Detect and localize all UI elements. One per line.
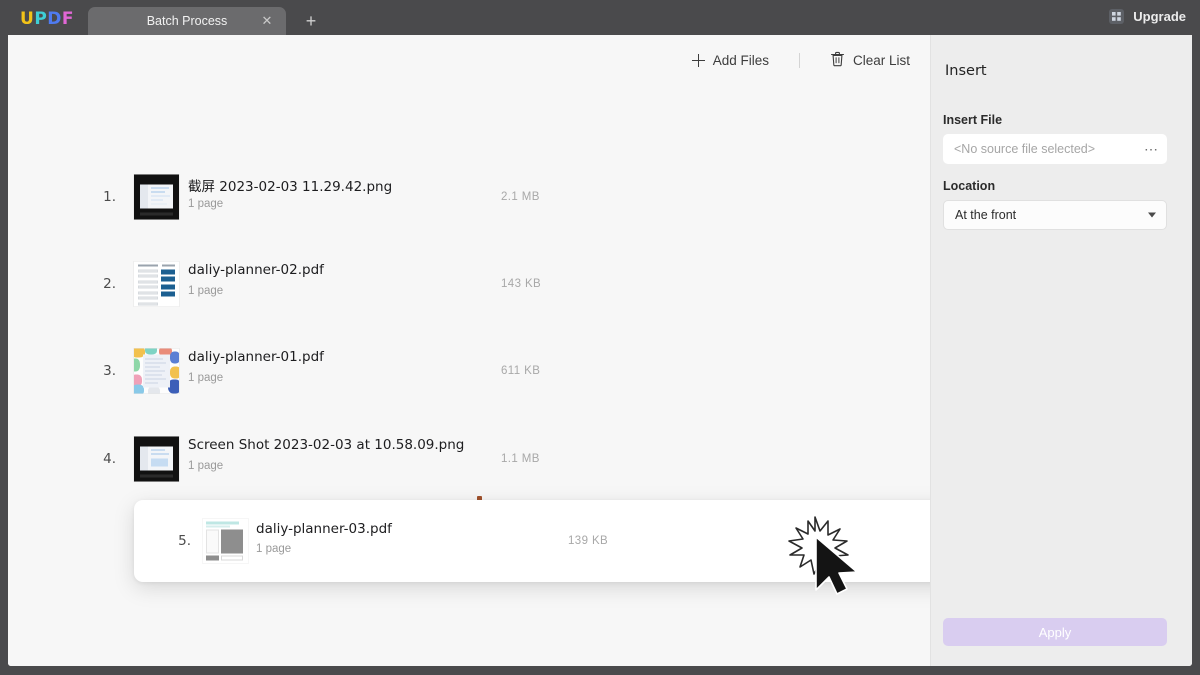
tab-label: Batch Process: [146, 14, 228, 28]
logo-letter-f: F: [61, 9, 75, 29]
file-pages: 1 page: [256, 543, 292, 555]
upgrade-label: Upgrade: [1133, 9, 1186, 24]
chevron-down-icon[interactable]: [1148, 212, 1156, 218]
file-name: daliy-planner-01.pdf: [188, 349, 324, 365]
file-thumbnail: [134, 436, 179, 481]
table-row[interactable]: 4. Screen Shot 2023-02-03 at 10.58.09.pn…: [8, 415, 930, 502]
file-name: daliy-planner-02.pdf: [188, 262, 324, 278]
tab-batch-process[interactable]: Batch Process ✕: [88, 7, 286, 35]
plus-icon[interactable]: +: [303, 12, 319, 30]
logo-letter-u: U: [20, 9, 35, 29]
logo-letter-d: D: [47, 9, 62, 29]
app-body: Add Files Clear List 1. 截屏 2023-02-03 11…: [8, 35, 1192, 666]
table-row[interactable]: 3. daliy-planner-01.pdf 1 page 611 KB: [8, 327, 930, 414]
file-thumbnail: [134, 174, 179, 219]
file-name: Screen Shot 2023-02-03 at 10.58.09.png: [188, 437, 465, 453]
file-size: 139 KB: [568, 535, 609, 547]
row-index: 1.: [103, 188, 116, 205]
location-select[interactable]: At the front: [943, 200, 1167, 230]
row-index: 4.: [103, 450, 116, 467]
ellipsis-icon[interactable]: ⋯: [1144, 142, 1159, 156]
apply-button[interactable]: Apply: [943, 618, 1167, 646]
table-row[interactable]: 2. daliy-planner-02.pdf 1 page 143 KB: [8, 240, 930, 327]
file-size: 1.1 MB: [501, 452, 540, 465]
file-pages: 1 page: [188, 372, 224, 384]
clear-list-label: Clear List: [852, 52, 910, 68]
add-files-button[interactable]: Add Files: [686, 49, 775, 72]
plus-icon: [691, 53, 705, 67]
file-thumbnail: [134, 348, 179, 393]
file-pages: 1 page: [188, 285, 224, 297]
file-pages: 1 page: [188, 198, 224, 210]
file-name: 截屏 2023-02-03 11.29.42.png: [188, 179, 393, 195]
logo-letter-p: P: [34, 9, 48, 29]
clear-list-button[interactable]: Clear List: [824, 47, 916, 74]
file-size: 143 KB: [501, 277, 542, 290]
trash-icon: [830, 51, 845, 70]
insert-file-value: <No source file selected>: [954, 142, 1096, 156]
upgrade-button[interactable]: Upgrade: [1109, 9, 1186, 24]
diamond-icon: [1109, 9, 1125, 24]
location-value: At the front: [955, 208, 1017, 222]
updf-logo: UPDF: [20, 9, 74, 29]
page-title: Insert: [945, 63, 987, 79]
add-files-label: Add Files: [712, 52, 769, 68]
file-thumbnail: [203, 518, 248, 564]
app-window: UPDF Batch Process ✕ + Upgrade Add Files…: [0, 0, 1200, 675]
title-bar: UPDF Batch Process ✕ + Upgrade: [0, 0, 1200, 35]
file-thumbnail: [134, 261, 179, 306]
file-name: daliy-planner-03.pdf: [256, 521, 392, 537]
insert-file-label: Insert File: [943, 113, 1003, 127]
row-index: 3.: [103, 362, 116, 379]
insert-file-field[interactable]: <No source file selected> ⋯: [943, 134, 1167, 164]
insert-panel: Insert Insert File <No source file selec…: [930, 35, 1192, 666]
row-index: 2.: [103, 275, 116, 292]
file-pages: 1 page: [188, 460, 224, 472]
dragged-file-card[interactable]: 5. daliy-planner-03.pdf 1 page 139 KB: [134, 500, 968, 582]
table-row[interactable]: 1. 截屏 2023-02-03 11.29.42.png 1 page 2.1…: [8, 153, 930, 240]
location-label: Location: [943, 179, 996, 193]
file-size: 2.1 MB: [501, 190, 540, 203]
toolbar-divider: [798, 52, 800, 68]
row-index: 5.: [178, 533, 191, 549]
apply-label: Apply: [1038, 624, 1072, 640]
file-size: 611 KB: [501, 364, 541, 377]
list-toolbar: Add Files Clear List: [8, 35, 930, 85]
close-icon[interactable]: ✕: [260, 14, 274, 28]
